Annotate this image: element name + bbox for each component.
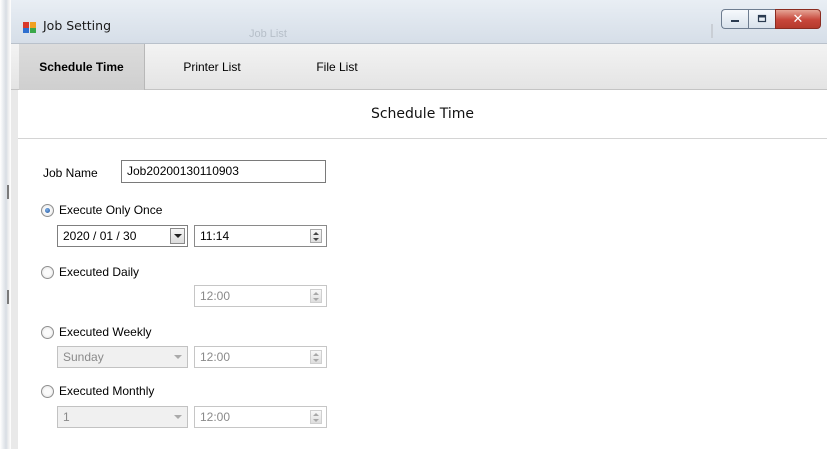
- executed-weekly-radio[interactable]: Executed Weekly: [41, 325, 152, 339]
- weekly-time-value: 12:00: [200, 350, 231, 364]
- edge-mark: [7, 185, 9, 199]
- schedule-panel: Schedule Time Job Name Job20200130110903…: [11, 90, 827, 449]
- weekday-select[interactable]: Sunday: [57, 346, 188, 368]
- section-title: Schedule Time: [370, 106, 475, 122]
- weekday-value: Sunday: [63, 350, 104, 364]
- radio-checked-icon: [41, 203, 54, 217]
- background-window-edge: [0, 0, 11, 449]
- weekly-time-spinner[interactable]: 12:00: [194, 346, 327, 368]
- tab-printer-list[interactable]: Printer List: [153, 44, 271, 90]
- close-icon: ✕: [792, 11, 804, 27]
- title-bar[interactable]: Job Setting Job List ✕: [11, 0, 827, 44]
- edge-mark: [7, 290, 9, 304]
- job-name-input[interactable]: Job20200130110903: [121, 160, 326, 183]
- executed-daily-radio[interactable]: Executed Daily: [41, 265, 139, 279]
- section-header: Schedule Time: [18, 90, 827, 139]
- maximize-icon: [757, 14, 767, 23]
- minimize-icon: [731, 20, 739, 22]
- tab-schedule-time[interactable]: Schedule Time: [19, 44, 145, 90]
- job-setting-icon: [23, 22, 36, 33]
- executed-weekly-label: Executed Weekly: [59, 325, 152, 339]
- caption-buttons: ✕: [721, 9, 821, 29]
- chevron-down-icon[interactable]: [170, 228, 185, 244]
- executed-monthly-radio[interactable]: Executed Monthly: [41, 384, 154, 398]
- date-value: 2020 / 01 / 30: [63, 229, 137, 243]
- executed-daily-label: Executed Daily: [59, 265, 140, 279]
- execute-once-radio[interactable]: Execute Only Once: [41, 203, 162, 217]
- tab-file-list[interactable]: File List: [289, 44, 385, 90]
- monthly-time-value: 12:00: [200, 410, 231, 424]
- date-picker[interactable]: 2020 / 01 / 30: [57, 225, 188, 247]
- radio-unchecked-icon: [41, 384, 54, 398]
- spin-buttons-icon[interactable]: [310, 289, 322, 303]
- chevron-down-icon[interactable]: [170, 349, 185, 365]
- spin-buttons-icon[interactable]: [310, 350, 322, 364]
- minimize-button[interactable]: [721, 9, 748, 29]
- daily-time-value: 12:00: [200, 289, 231, 303]
- spin-buttons-icon[interactable]: [310, 410, 322, 424]
- month-day-value: 1: [63, 410, 70, 424]
- spin-buttons-icon[interactable]: [310, 229, 322, 243]
- monthly-time-spinner[interactable]: 12:00: [194, 406, 327, 428]
- execute-once-label: Execute Only Once: [59, 203, 163, 217]
- close-button[interactable]: ✕: [775, 9, 821, 29]
- background-window-title: Job List: [249, 28, 287, 40]
- title-separator: [711, 24, 713, 38]
- radio-unchecked-icon: [41, 325, 54, 339]
- maximize-button[interactable]: [748, 9, 775, 29]
- chevron-down-icon[interactable]: [170, 409, 185, 425]
- once-time-value: 11:14: [200, 229, 230, 243]
- job-name-label: Job Name: [43, 166, 98, 180]
- window-title: Job Setting: [43, 18, 111, 33]
- tab-bar: Schedule Time Printer List File List: [11, 44, 827, 90]
- once-time-spinner[interactable]: 11:14: [194, 225, 327, 247]
- radio-unchecked-icon: [41, 265, 54, 279]
- executed-monthly-label: Executed Monthly: [59, 384, 155, 398]
- daily-time-spinner[interactable]: 12:00: [194, 285, 327, 307]
- month-day-select[interactable]: 1: [57, 406, 188, 428]
